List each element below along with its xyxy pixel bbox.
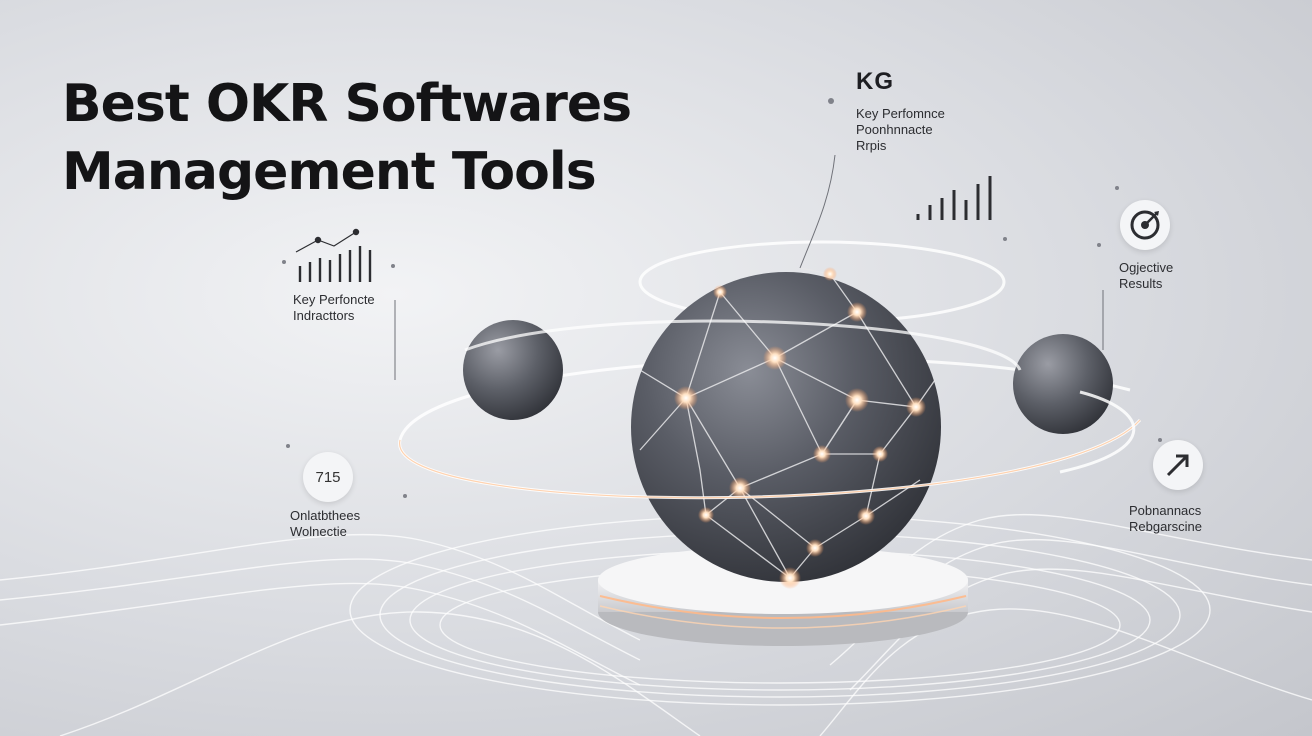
kg-line-1: Key Perfomnce	[856, 106, 945, 121]
kg-callout: Key Perfomnce Poonhnnacte Rrpis	[856, 106, 945, 154]
kg-line-2: Poonhnnacte	[856, 122, 933, 137]
kpi-line-2: Indracttors	[293, 308, 355, 323]
bar-chart-icon	[916, 176, 992, 220]
kpi-line-1: Key Perfoncte	[293, 292, 375, 307]
arrow-up-right-icon	[1166, 454, 1189, 477]
small-sphere-left	[463, 320, 563, 420]
kg-code: KG	[856, 68, 894, 95]
performance-callout: Pobnannacs Rebgarscine	[1129, 503, 1202, 535]
value-badge: 715	[303, 452, 353, 502]
kpi-callout: Key Perfoncte Indracttors	[293, 292, 375, 324]
performance-line-1: Pobnannacs	[1129, 503, 1202, 518]
title-line-2: Management Tools	[62, 142, 597, 202]
kg-line-3: Rrpis	[856, 138, 887, 153]
value-callout: Onlatbthees Wolnectie	[290, 508, 360, 540]
value-line-2: Wolnectie	[290, 524, 347, 539]
small-sphere-right	[1013, 334, 1113, 434]
performance-line-2: Rebgarscine	[1129, 519, 1202, 534]
arrow-badge	[1153, 440, 1203, 490]
objective-line-1: Ogjective	[1119, 260, 1174, 275]
value-line-1: Onlatbthees	[290, 508, 361, 523]
title-line-1: Best OKR Softwares	[62, 74, 632, 134]
line-chart-icon	[295, 228, 372, 282]
objective-line-2: Results	[1119, 276, 1163, 291]
objective-callout: Ogjective Results	[1119, 260, 1173, 292]
target-badge	[1120, 200, 1170, 250]
target-icon	[1130, 210, 1160, 240]
value-number: 715	[315, 468, 341, 486]
network-sphere	[631, 267, 941, 589]
page-title: Best OKR Softwares Management Tools	[62, 70, 632, 206]
